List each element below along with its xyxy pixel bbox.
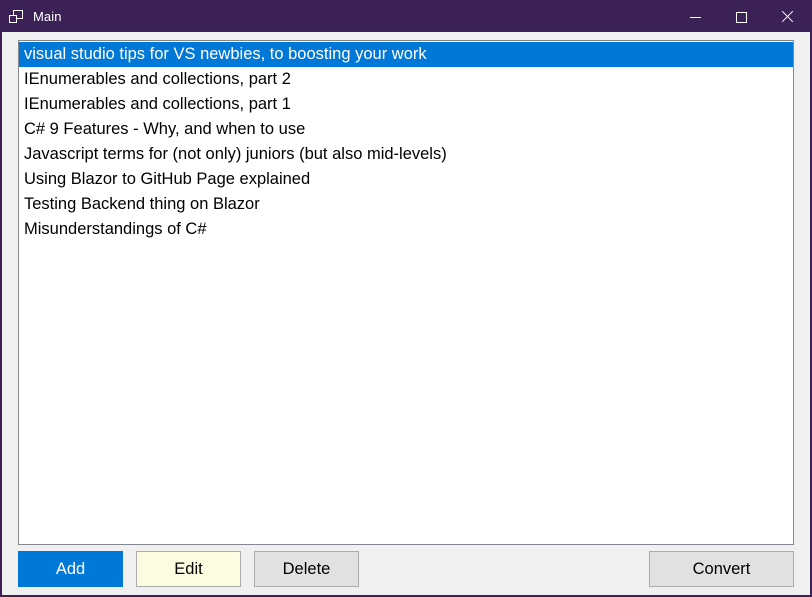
window-title: Main (33, 9, 62, 24)
close-icon (781, 11, 793, 23)
maximize-icon (735, 11, 747, 23)
app-window: Main visual studio tips for VS newbies, … (0, 0, 812, 597)
list-item[interactable]: C# 9 Features - Why, and when to use (19, 117, 793, 142)
convert-button[interactable]: Convert (649, 551, 794, 587)
client-area: visual studio tips for VS newbies, to bo… (2, 32, 810, 595)
list-item[interactable]: Javascript terms for (not only) juniors … (19, 142, 793, 167)
list-item[interactable]: Using Blazor to GitHub Page explained (19, 167, 793, 192)
list-item[interactable]: visual studio tips for VS newbies, to bo… (19, 42, 793, 67)
list-item[interactable]: IEnumerables and collections, part 2 (19, 67, 793, 92)
window-controls (672, 2, 810, 32)
add-button[interactable]: Add (18, 551, 123, 587)
list-item[interactable]: Testing Backend thing on Blazor (19, 192, 793, 217)
title-bar-left: Main (2, 9, 62, 25)
list-item[interactable]: Misunderstandings of C# (19, 217, 793, 242)
button-bar: Add Edit Delete Convert (18, 551, 794, 587)
edit-button[interactable]: Edit (136, 551, 241, 587)
list-item[interactable]: IEnumerables and collections, part 1 (19, 92, 793, 117)
app-windows-icon (9, 9, 25, 25)
title-bar[interactable]: Main (2, 2, 810, 32)
maximize-button[interactable] (718, 2, 764, 32)
articles-listbox[interactable]: visual studio tips for VS newbies, to bo… (18, 40, 794, 545)
delete-button[interactable]: Delete (254, 551, 359, 587)
minimize-icon (689, 16, 701, 18)
listbox-items: visual studio tips for VS newbies, to bo… (19, 41, 793, 242)
minimize-button[interactable] (672, 2, 718, 32)
close-button[interactable] (764, 2, 810, 32)
